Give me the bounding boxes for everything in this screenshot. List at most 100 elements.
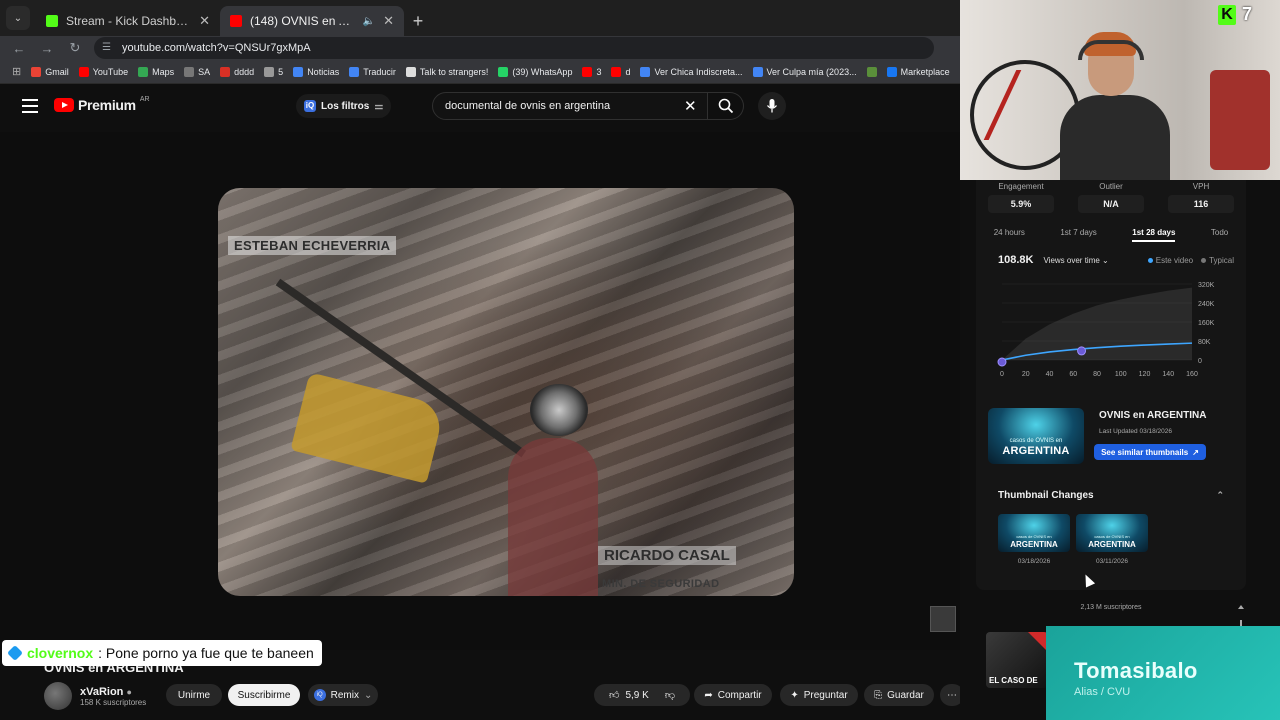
filters-button[interactable]: iQ Los filtros ⚌ bbox=[296, 94, 392, 118]
bookmark-favicon-icon bbox=[866, 66, 877, 77]
clear-search-icon[interactable]: ✕ bbox=[684, 97, 697, 115]
y-tick-label: 160K bbox=[1198, 320, 1215, 327]
remix-button[interactable]: iQ Remix ⌄ bbox=[308, 684, 378, 706]
x-tick-label: 20 bbox=[1022, 371, 1030, 378]
bookmark-item[interactable]: 5 bbox=[264, 66, 283, 77]
bookmark-item[interactable] bbox=[866, 66, 877, 77]
ask-label: Preguntar bbox=[803, 689, 848, 701]
sliders-icon: ⚌ bbox=[374, 100, 384, 112]
views-header: 108.8K Views over time ⌄ Este video Typi… bbox=[998, 254, 1234, 266]
subscribe-button[interactable]: Suscribirme bbox=[228, 684, 300, 706]
channel-avatar[interactable] bbox=[44, 682, 72, 710]
thumbnail-change-image: casos de OVNIS en ARGENTINA bbox=[998, 514, 1070, 552]
bookmark-item[interactable]: Talk to strangers! bbox=[405, 66, 489, 77]
bookmark-item[interactable]: Marketplace bbox=[886, 66, 950, 77]
range-tab[interactable]: 24 hours bbox=[994, 228, 1025, 242]
new-tab-button[interactable]: + bbox=[404, 6, 432, 36]
see-similar-thumbnails-button[interactable]: See similar thumbnails ↗ bbox=[1094, 444, 1206, 460]
ask-button[interactable]: ✦ Preguntar bbox=[780, 684, 858, 706]
bookmark-item[interactable]: dddd bbox=[220, 66, 254, 77]
thumbnail-changes-header[interactable]: Thumbnail Changes ⌃ bbox=[998, 490, 1224, 501]
bookmark-label: Talk to strangers! bbox=[419, 66, 489, 77]
bookmark-item[interactable]: YouTube bbox=[78, 66, 128, 77]
close-tab-icon[interactable]: ✕ bbox=[383, 13, 394, 29]
video-thumbnail[interactable]: casos de OVNIS en ARGENTINA bbox=[988, 408, 1084, 464]
thumb-small-text: casos de OVNIS en bbox=[1094, 534, 1130, 539]
bookmark-item[interactable]: (39) WhatsApp bbox=[498, 66, 573, 77]
thumbnail-change-date: 03/11/2026 bbox=[1095, 558, 1129, 565]
youtube-premium-logo[interactable]: Premium AR bbox=[54, 96, 150, 113]
bookmark-item[interactable]: Noticias bbox=[293, 66, 339, 77]
bookmark-item[interactable]: Ver Culpa mía (2023... bbox=[752, 66, 857, 77]
y-tick-label: 80K bbox=[1198, 339, 1211, 346]
x-tick-label: 60 bbox=[1069, 371, 1077, 378]
thumbnail-change-item[interactable]: casos de OVNIS en ARGENTINA 03/18/2026 bbox=[998, 514, 1070, 565]
back-arrow-icon[interactable]: ← bbox=[10, 41, 28, 56]
scrollbar[interactable] bbox=[1238, 604, 1244, 628]
share-button[interactable]: ➦ Compartir bbox=[694, 684, 772, 706]
series-typical-area bbox=[1002, 287, 1192, 360]
range-tab[interactable]: 1st 28 days bbox=[1132, 228, 1176, 242]
car-wheel bbox=[530, 384, 588, 436]
bookmark-item[interactable]: Gmail bbox=[31, 66, 69, 77]
range-tab[interactable]: 1st 7 days bbox=[1060, 228, 1096, 242]
video-frame[interactable]: ESTEBAN ECHEVERRIA RICARDO CASAL MIN. DE… bbox=[218, 188, 794, 596]
streamer-body bbox=[1060, 95, 1170, 180]
sparkle-icon: ✦ bbox=[790, 689, 799, 701]
bookmark-favicon-icon bbox=[405, 66, 416, 77]
channel-info[interactable]: xVaRion ● 158 K suscriptores bbox=[44, 682, 146, 710]
legend-typical: Typical bbox=[1201, 256, 1234, 265]
chat-text: : Pone porno ya fue que te baneen bbox=[98, 645, 314, 661]
analytics-panel: Engagement 5.9% Outlier N/A VPH 116 24 hours 1… bbox=[976, 180, 1246, 590]
verified-icon: ● bbox=[126, 686, 132, 697]
tab-youtube-video[interactable]: (148) OVNIS en ARGENTINA - YouTube 🔈 ✕ bbox=[220, 6, 404, 36]
person-figure bbox=[508, 438, 598, 596]
tab-kick-dashboard[interactable]: Stream - Kick Dashboard ✕ bbox=[36, 6, 220, 36]
location-caption: ESTEBAN ECHEVERRIA bbox=[228, 236, 397, 255]
video-player[interactable]: ESTEBAN ECHEVERRIA RICARDO CASAL MIN. DE… bbox=[0, 132, 960, 650]
search-button[interactable] bbox=[708, 92, 744, 120]
kick-viewer-counter: K 7 bbox=[1218, 4, 1252, 25]
recommended-video-thumbnail[interactable]: EL CASO DE bbox=[986, 632, 1048, 688]
like-button[interactable]: 👍︎ 5,9 K 👎︎ bbox=[594, 684, 690, 706]
bookmark-item[interactable]: SA bbox=[184, 66, 210, 77]
reload-icon[interactable]: ↻ bbox=[66, 40, 84, 56]
close-tab-icon[interactable]: ✕ bbox=[199, 13, 210, 29]
url-input[interactable]: ☰ youtube.com/watch?v=QNSUr7gxMpA bbox=[94, 37, 934, 59]
save-button[interactable]: ⎘ Guardar bbox=[864, 684, 934, 706]
donation-alias: Alias / CVU bbox=[1074, 686, 1131, 698]
forward-arrow-icon[interactable]: → bbox=[38, 41, 56, 56]
join-button[interactable]: Unirme bbox=[166, 684, 222, 706]
speaker-icon[interactable]: 🔈 bbox=[363, 16, 375, 27]
bookmark-item[interactable]: Traducir bbox=[349, 66, 396, 77]
channel-name[interactable]: xVaRion bbox=[80, 686, 123, 698]
bookmark-item[interactable]: d bbox=[611, 66, 630, 77]
views-dropdown[interactable]: Views over time ⌄ bbox=[1043, 256, 1108, 265]
apps-grid-icon[interactable]: ⊞ bbox=[12, 65, 21, 78]
bookmark-label: (39) WhatsApp bbox=[512, 66, 573, 77]
bookmark-label: Gmail bbox=[45, 66, 69, 77]
site-info-icon[interactable]: ☰ bbox=[102, 42, 114, 54]
menu-hamburger-icon[interactable] bbox=[22, 99, 38, 113]
browser-tab-strip: ⌄ Stream - Kick Dashboard ✕ (148) OVNIS … bbox=[0, 0, 960, 36]
kpi-value: N/A bbox=[1078, 195, 1144, 213]
speaker-role-caption: MIN. DE SEGURIDAD bbox=[602, 578, 720, 590]
bookmark-item[interactable]: 3 bbox=[582, 66, 601, 77]
recommended-label: EL CASO DE bbox=[989, 676, 1038, 685]
views-over-time-chart: 0 80K 160K 240K 320K 0 20 40 60 80 100 120 140 160 bbox=[997, 282, 1215, 378]
thumb-big-text: ARGENTINA bbox=[1088, 540, 1136, 549]
channel-watermark[interactable] bbox=[930, 606, 956, 632]
bookmark-item[interactable]: Ver Chica Indiscreta... bbox=[640, 66, 743, 77]
thumbnail-change-item[interactable]: casos de OVNIS en ARGENTINA 03/11/2026 bbox=[1076, 514, 1148, 565]
tab-search-button[interactable]: ⌄ bbox=[6, 6, 30, 30]
chevron-up-icon[interactable]: ⌃ bbox=[1216, 490, 1224, 501]
dislike-thumbs-down-icon[interactable]: 👎︎ bbox=[665, 689, 675, 701]
headset bbox=[1078, 40, 1144, 60]
kpi-engagement: Engagement 5.9% bbox=[976, 180, 1066, 213]
kpi-row: Engagement 5.9% Outlier N/A VPH 116 bbox=[976, 180, 1246, 213]
webcam-feed bbox=[960, 0, 1280, 180]
range-tab[interactable]: Todo bbox=[1211, 228, 1228, 242]
voice-search-button[interactable] bbox=[758, 92, 786, 120]
search-input[interactable]: documental de ovnis en argentina bbox=[432, 92, 708, 120]
bookmark-item[interactable]: Maps bbox=[138, 66, 174, 77]
